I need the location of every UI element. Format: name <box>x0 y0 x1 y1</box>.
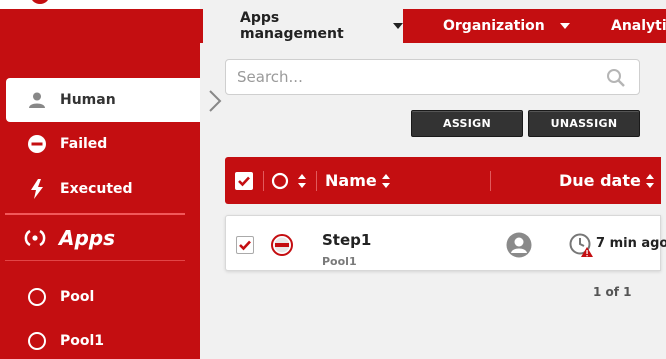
table-row[interactable]: Step1 Pool1 7 min ago <box>225 215 666 271</box>
tab-apps-management[interactable]: Apps management <box>203 9 403 43</box>
due-date-value: 7 min ago <box>596 236 666 251</box>
assign-button[interactable]: ASSIGN <box>411 110 523 137</box>
chevron-down-icon <box>559 23 570 29</box>
sidebar-item-pool1[interactable]: Pool1 <box>0 319 104 359</box>
user-avatar-icon[interactable] <box>506 232 532 258</box>
task-pool: Pool1 <box>322 255 357 268</box>
chevron-down-icon <box>393 23 403 29</box>
logo <box>30 0 50 4</box>
tab-label: Organization <box>443 18 545 34</box>
lightning-icon <box>26 178 48 200</box>
unassign-button[interactable]: UNASSIGN <box>528 110 640 137</box>
search-box <box>225 59 640 95</box>
chevron-right-icon <box>205 89 225 112</box>
column-label: Due date <box>559 171 641 190</box>
header-divider <box>263 171 264 191</box>
checkmark-icon <box>239 240 251 251</box>
top-tab-bar: Apps management Organization Analytic <box>200 9 666 43</box>
tab-label: Analytic <box>611 18 666 34</box>
overdue-clock-icon <box>569 233 595 259</box>
column-header-due-date[interactable]: Due date <box>559 157 654 204</box>
header-divider <box>490 171 491 191</box>
select-all-checkbox[interactable] <box>235 157 253 204</box>
status-filter[interactable] <box>271 157 306 204</box>
tab-label: Apps management <box>240 10 344 42</box>
search-input[interactable] <box>226 60 586 94</box>
user-icon <box>26 89 48 111</box>
sidebar: Human Failed Executed Apps Pool Pool1 <box>0 0 200 359</box>
sidebar-item-label: Human <box>60 92 116 108</box>
sidebar-apps-label: Apps <box>59 225 116 250</box>
column-label: Name <box>325 171 377 190</box>
sidebar-item-failed[interactable]: Failed <box>0 122 107 166</box>
sidebar-item-executed[interactable]: Executed <box>0 167 133 211</box>
sidebar-item-label: Executed <box>60 181 133 197</box>
task-name[interactable]: Step1 <box>322 231 371 249</box>
minus-circle-icon <box>26 133 48 155</box>
sidebar-item-label: Pool1 <box>60 333 105 349</box>
sidebar-apps-section[interactable]: Apps <box>5 213 185 261</box>
circle-icon <box>271 172 289 189</box>
pagination-info: 1 of 1 <box>593 285 632 299</box>
sort-icon <box>381 173 390 188</box>
sidebar-top-strip <box>0 0 200 9</box>
circle-icon <box>26 330 48 352</box>
sidebar-item-label: Pool <box>60 289 95 305</box>
sort-icon[interactable] <box>298 173 306 188</box>
tab-organization[interactable]: Organization <box>443 9 570 43</box>
apps-icon <box>23 226 47 250</box>
row-checkbox[interactable] <box>236 236 254 254</box>
checkbox-checked-icon <box>235 171 253 190</box>
minus-circle-icon <box>270 233 294 261</box>
sidebar-item-pool[interactable]: Pool <box>0 275 94 319</box>
header-divider <box>316 171 317 191</box>
circle-icon <box>26 286 48 308</box>
sort-icon <box>645 173 654 188</box>
tab-analytics[interactable]: Analytic <box>611 9 666 43</box>
sidebar-item-human[interactable]: Human <box>6 78 200 122</box>
search-icon[interactable] <box>606 68 626 88</box>
table-header: Name Due date <box>225 157 661 204</box>
column-header-name[interactable]: Name <box>325 157 390 204</box>
sidebar-item-label: Failed <box>60 136 108 152</box>
